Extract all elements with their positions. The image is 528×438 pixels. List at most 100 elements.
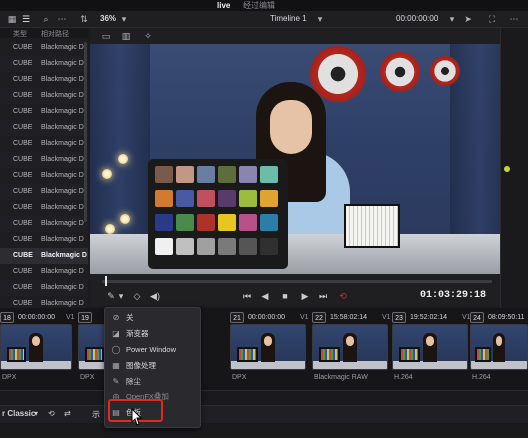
zoom-dropdown-icon[interactable]: ▾: [118, 13, 130, 25]
timeline-clip[interactable]: 21 00:00:00:00 V1 DPX: [230, 308, 312, 390]
menu-item-mask[interactable]: ▦ 图像处理: [105, 358, 200, 373]
scrub-bar[interactable]: [102, 280, 492, 283]
timeline-name[interactable]: Timeline 1: [270, 13, 307, 25]
thumbnail-detail: [1, 361, 71, 369]
title-bar: live 经过编辑: [0, 0, 528, 11]
highlight-icon[interactable]: ◇: [130, 290, 144, 302]
tab-live[interactable]: live: [217, 0, 230, 11]
menu-item-power-window[interactable]: ◯ Power Window: [105, 342, 200, 357]
swap-icon[interactable]: ⇄: [64, 409, 71, 418]
menu-item-dust[interactable]: ✎ 除尘: [105, 374, 200, 389]
frame-chart-swatch: [197, 238, 215, 255]
clip-codec: H.264: [394, 374, 413, 381]
menu-item-off[interactable]: ⊘ 关: [105, 310, 200, 325]
menu-item-label: 关: [126, 313, 134, 322]
media-row[interactable]: CUBE Blackmagic D: [0, 168, 88, 184]
column-path-header[interactable]: 相对路径: [41, 29, 69, 39]
media-row[interactable]: CUBE Blackmagic D: [0, 120, 88, 136]
media-row[interactable]: CUBE Blackmagic D: [0, 88, 88, 104]
go-to-start-icon[interactable]: ⏮: [240, 290, 254, 302]
media-row[interactable]: CUBE Blackmagic D: [0, 296, 88, 308]
thumbnail-detail: [471, 361, 527, 369]
frame-chart-swatch: [176, 238, 194, 255]
clip-thumbnail: [0, 324, 72, 370]
timeline-dropdown-icon[interactable]: ▾: [314, 13, 326, 25]
timeline-clip[interactable]: 24 08:09:50:11 H.264: [470, 308, 528, 390]
frame-gear: [380, 52, 420, 92]
media-path: Blackmagic D: [41, 252, 87, 259]
media-path: Blackmagic D: [41, 60, 84, 67]
media-row[interactable]: CUBE Blackmagic D: [0, 280, 88, 296]
loop-icon[interactable]: ⟲: [336, 290, 350, 302]
frame-lamp: [120, 214, 130, 224]
timeline-clip[interactable]: 22 15:58:02:14 V1 Blackmagic RAW: [312, 308, 394, 390]
media-row[interactable]: CUBE Blackmagic D: [0, 248, 88, 264]
frame-lamp: [102, 169, 112, 179]
media-row[interactable]: CUBE Blackmagic D: [0, 56, 88, 72]
thumbnail-detail: [313, 361, 387, 369]
media-row[interactable]: CUBE Blackmagic D: [0, 184, 88, 200]
thumbnail-detail: [393, 361, 467, 369]
frame-chart-swatch: [197, 166, 215, 183]
eyedropper-dropdown-icon[interactable]: ▾: [114, 290, 128, 302]
media-path: Blackmagic D: [41, 140, 84, 147]
media-row[interactable]: CUBE Blackmagic D: [0, 104, 88, 120]
frame-color-checker: [148, 159, 288, 269]
tab-edited[interactable]: 经过编辑: [243, 0, 275, 11]
media-row[interactable]: CUBE Blackmagic D: [0, 152, 88, 168]
clip-header: 18 00:00:00:00 V1: [0, 312, 78, 324]
media-row[interactable]: CUBE Blackmagic D: [0, 232, 88, 248]
media-row[interactable]: CUBE Blackmagic D: [0, 216, 88, 232]
fullscreen-icon[interactable]: ⛶: [486, 13, 498, 25]
main-toolbar: ▦ ☰ ⌕ ⋯ ⇅ 36% ▾ Timeline 1 ▾ 00:00:00:00…: [0, 11, 528, 28]
column-type-header[interactable]: 类型: [13, 29, 27, 39]
media-row[interactable]: CUBE Blackmagic D: [0, 264, 88, 280]
media-row[interactable]: CUBE Blackmagic D: [0, 72, 88, 88]
media-list-header: 类型 相对路径: [0, 28, 88, 38]
media-type: CUBE: [13, 220, 33, 227]
toolbar-timecode[interactable]: 00:00:00:00: [396, 13, 438, 25]
workspace-dropdown-icon[interactable]: ▾: [34, 409, 38, 418]
media-path: Blackmagic D: [41, 268, 84, 275]
clip-timecode: 15:58:02:14: [330, 314, 367, 321]
split-view-icon[interactable]: ▭: [100, 30, 112, 42]
frame-chart-swatch: [239, 190, 257, 207]
settings-icon[interactable]: ⋯: [508, 13, 520, 25]
node-output-dot[interactable]: [504, 166, 510, 172]
stop-icon[interactable]: ■: [278, 290, 292, 302]
media-path: Blackmagic D: [41, 188, 84, 195]
timeline-clip[interactable]: 18 00:00:00:00 V1 DPX: [0, 308, 78, 390]
media-row[interactable]: CUBE Blackmagic D: [0, 40, 88, 56]
media-path: Blackmagic D: [41, 284, 84, 291]
menu-item-gradient[interactable]: ◪ 渐变器: [105, 326, 200, 341]
playhead[interactable]: [105, 276, 107, 286]
reverse-icon[interactable]: ◀: [258, 290, 272, 302]
media-path: Blackmagic D: [41, 220, 84, 227]
media-row[interactable]: CUBE Blackmagic D: [0, 136, 88, 152]
clips-strip: 18 00:00:00:00 V1 DPX 19 DPX 21 00:00:00:00 V1 DP…: [0, 308, 528, 390]
media-type: CUBE: [13, 204, 33, 211]
go-to-end-icon[interactable]: ⏭: [316, 290, 330, 302]
timecode-dropdown-icon[interactable]: ▾: [446, 13, 458, 25]
pointer-icon[interactable]: ➤: [462, 13, 474, 25]
timeline-clip[interactable]: 23 19:52:02:14 V1 H.264: [392, 308, 474, 390]
zoom-level[interactable]: 36%: [100, 13, 116, 25]
list-view-icon[interactable]: ☰: [20, 13, 32, 25]
reset-icon[interactable]: ⟲: [48, 409, 55, 418]
frame-chart-swatch: [176, 214, 194, 231]
media-scrollbar[interactable]: [84, 42, 87, 222]
frame-chart-swatch: [197, 214, 215, 231]
more-icon[interactable]: ⋯: [56, 13, 68, 25]
frame-chart-swatch: [260, 214, 278, 231]
workspace-label[interactable]: r Classic: [2, 409, 35, 418]
audio-icon[interactable]: ◀): [148, 290, 162, 302]
media-row[interactable]: CUBE Blackmagic D: [0, 200, 88, 216]
magic-wand-icon[interactable]: ✧: [142, 30, 154, 42]
search-icon[interactable]: ⌕: [40, 13, 52, 25]
grid-view-icon[interactable]: ▦: [6, 13, 18, 25]
video-viewer[interactable]: [90, 44, 500, 274]
compare-view-icon[interactable]: ▥: [120, 30, 132, 42]
play-icon[interactable]: ▶: [298, 290, 312, 302]
side-label: 示: [92, 410, 100, 419]
sort-icon[interactable]: ⇅: [78, 13, 90, 25]
